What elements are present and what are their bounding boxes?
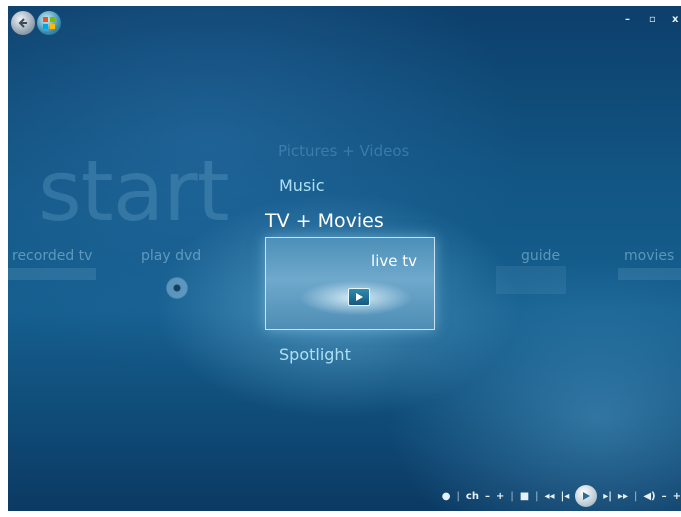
back-arrow-icon bbox=[18, 18, 27, 28]
windows-orb-icon bbox=[43, 17, 55, 29]
menu-item-spotlight[interactable]: Spotlight bbox=[279, 345, 351, 364]
guide-thumbnail bbox=[496, 266, 566, 294]
strip-item-movies[interactable]: movies bbox=[624, 248, 674, 264]
stop-button[interactable]: ■ bbox=[520, 491, 529, 502]
strip-item-play-dvd[interactable]: play dvd bbox=[141, 248, 201, 264]
record-button[interactable]: ● bbox=[442, 491, 451, 502]
channel-label: ch bbox=[465, 490, 479, 502]
strip-item-guide[interactable]: guide bbox=[521, 248, 560, 264]
background-start-title: start bbox=[38, 142, 230, 240]
restore-button[interactable]: ▫ bbox=[649, 14, 656, 25]
previous-button[interactable]: |◂ bbox=[561, 491, 570, 502]
channel-down-button[interactable]: – bbox=[485, 491, 490, 502]
strip-item-recorded-tv[interactable]: recorded tv bbox=[12, 248, 92, 264]
fast-forward-button[interactable]: ▸▸ bbox=[618, 491, 628, 502]
live-tv-tile[interactable]: live tv bbox=[265, 237, 435, 330]
channel-up-button[interactable]: + bbox=[496, 491, 504, 502]
transport-controls: ● | ch – + | ■ | ◂◂ |◂ ▸| ▸▸ | ◀) – + bbox=[442, 485, 681, 507]
play-button[interactable] bbox=[575, 485, 598, 507]
dvd-disc-icon bbox=[166, 277, 188, 299]
start-button[interactable] bbox=[37, 11, 61, 35]
minimize-button[interactable]: – bbox=[625, 14, 630, 25]
menu-item-music[interactable]: Music bbox=[279, 176, 325, 195]
back-button[interactable] bbox=[11, 11, 35, 35]
mute-button[interactable]: ◀) bbox=[643, 491, 655, 502]
next-button[interactable]: ▸| bbox=[603, 491, 612, 502]
close-button[interactable]: x bbox=[672, 14, 678, 25]
volume-up-button[interactable]: + bbox=[673, 491, 681, 502]
menu-item-pictures-videos[interactable]: Pictures + Videos bbox=[278, 142, 409, 160]
media-center-window: – ▫ x start Pictures + Videos Music TV +… bbox=[8, 6, 681, 511]
menu-item-tv-movies[interactable]: TV + Movies bbox=[265, 210, 384, 232]
volume-down-button[interactable]: – bbox=[662, 491, 667, 502]
separator: | bbox=[456, 490, 460, 502]
rewind-button[interactable]: ◂◂ bbox=[545, 491, 555, 502]
live-tv-label: live tv bbox=[371, 252, 417, 270]
recorded-tv-thumbnail bbox=[8, 268, 96, 280]
movies-thumbnail bbox=[618, 268, 681, 280]
play-icon bbox=[583, 492, 591, 500]
play-icon bbox=[348, 288, 370, 306]
separator: | bbox=[510, 490, 514, 502]
separator: | bbox=[535, 490, 539, 502]
separator: | bbox=[633, 490, 638, 502]
